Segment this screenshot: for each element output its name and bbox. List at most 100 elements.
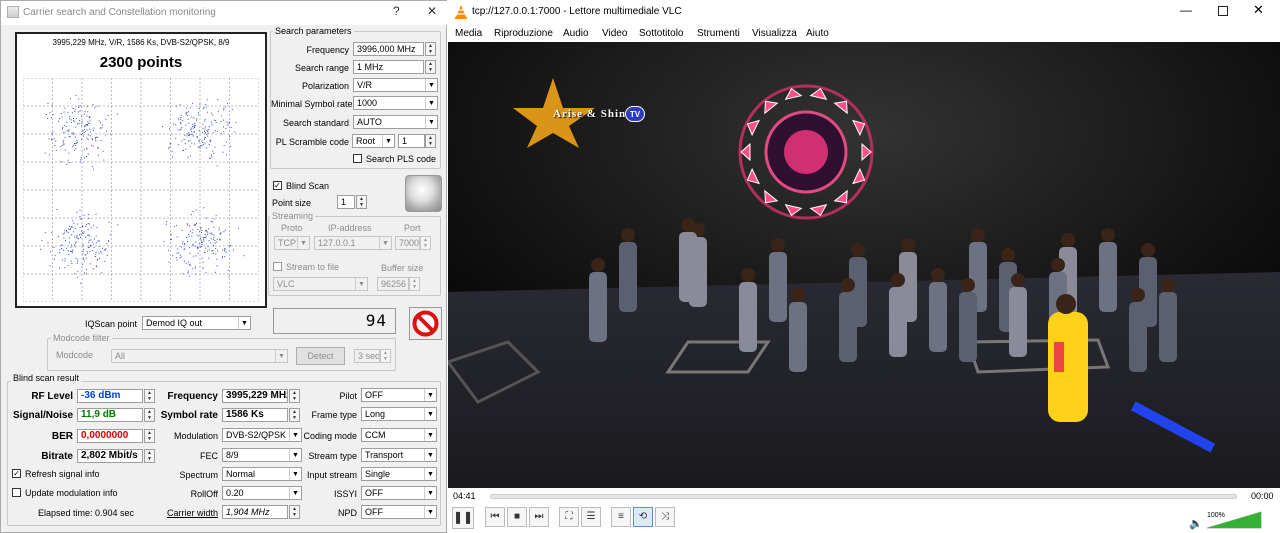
search-standard-select[interactable]: AUTO ▼ [353,115,438,129]
constellation-point [84,113,86,115]
modulation-select[interactable]: DVB-S2/QPSK ▼ [222,428,302,442]
rolloff-select[interactable]: 0.20 ▼ [222,486,302,500]
stream-type-select[interactable]: Transport ▼ [361,448,437,462]
menu-audio[interactable]: Audio [563,28,589,39]
input-stream-select[interactable]: Single ▼ [361,467,437,481]
volume-slider[interactable] [1207,511,1263,529]
speaker-icon[interactable]: 🔈 [1189,517,1203,530]
maximize-button[interactable] [1218,6,1228,16]
iqscan-select[interactable]: Demod IQ out ▼ [142,316,251,330]
stop-playback-button[interactable]: ■ [507,507,527,527]
video-output[interactable]: Arise & Shine TV [448,42,1280,488]
menu-riproduzione[interactable]: Riproduzione [494,28,553,39]
menu-aiuto[interactable]: Aiuto [806,28,829,39]
loop-button[interactable]: ⟲ [633,507,653,527]
vlc-close-button[interactable]: ✕ [1253,2,1264,18]
constellation-point [170,234,172,236]
symbol-rate-spinner[interactable]: ▲ ▼ [289,408,300,422]
stream-to-file-checkbox[interactable] [273,262,282,271]
constellation-point [82,133,84,134]
search-range-spinner[interactable]: ▲ ▼ [425,60,436,74]
constellation-point [62,259,64,261]
pilot-select[interactable]: OFF ▼ [361,388,437,402]
stream-type-value: Transport [365,450,404,460]
modcode-seconds-input[interactable]: 3 sec [354,349,380,363]
constellation-point [185,124,187,126]
constellation-point [210,154,212,156]
constellation-point [109,233,111,235]
vlc-select[interactable]: VLC ▼ [273,277,368,291]
constellation-point [194,266,196,268]
previous-button[interactable]: ⏮ [485,507,505,527]
fullscreen-button[interactable]: ⛶ [559,507,579,527]
constellation-point [235,122,237,124]
blind-scan-checkbox[interactable]: ✓ [273,181,282,190]
chevron-down-icon: ▼ [424,408,436,420]
point-size-input[interactable]: 1 [337,195,355,209]
constellation-point [204,128,206,130]
menu-video[interactable]: Video [602,28,627,39]
polarization-select[interactable]: V/R ▼ [353,78,438,92]
satellite-dish-icon[interactable] [405,175,442,212]
point-size-spinner[interactable]: ▲ ▼ [356,195,367,209]
update-modulation-checkbox[interactable] [12,488,21,497]
menu-sottotitolo[interactable]: Sottotitolo [639,28,683,39]
constellation-point [66,163,68,165]
constellation-point [212,150,214,152]
search-pls-checkbox[interactable] [353,154,362,163]
constellation-point [168,261,170,263]
shuffle-button[interactable]: ⤨ [655,507,675,527]
menu-visualizza[interactable]: Visualizza [752,28,797,39]
frequency-spinner[interactable]: ▲ ▼ [425,42,436,56]
buffer-size-input[interactable]: 96256 [377,277,409,291]
constellation-point [87,139,89,141]
buffer-size-spinner[interactable]: ▲ ▼ [409,277,420,291]
frame-type-select[interactable]: Long ▼ [361,407,437,421]
seek-bar[interactable] [490,494,1237,499]
frame-type-value: Long [365,409,386,419]
proto-select[interactable]: TCP ▼ [274,236,310,250]
minimize-button[interactable]: — [1180,3,1192,17]
menu-strumenti[interactable]: Strumenti [697,28,740,39]
modcode-select[interactable]: All ▼ [111,349,288,363]
pl-scramble-number[interactable]: 1 [398,134,425,148]
help-button[interactable]: ? [393,4,400,18]
spectrum-select[interactable]: Normal ▼ [222,467,302,481]
constellation-point [224,248,226,249]
playlist-button[interactable]: ≡ [611,507,631,527]
constellation-point [80,233,82,235]
refresh-signal-checkbox[interactable]: ✓ [12,469,21,478]
ip-address-select[interactable]: 127.0.0.1 ▼ [314,236,392,250]
result-frequency-spinner[interactable]: ▲ ▼ [289,389,300,403]
constellation-point [182,243,184,245]
frequency-input[interactable]: 3996,000 MHz [353,42,424,56]
detect-button[interactable]: Detect [296,347,345,365]
constellation-point [83,125,85,127]
issyi-select[interactable]: OFF ▼ [361,486,437,500]
search-range-input[interactable]: 1 MHz [353,60,424,74]
extended-settings-button[interactable]: ☰ [581,507,601,527]
constellation-point [98,154,99,156]
next-button[interactable]: ⏭ [529,507,549,527]
carrier-width-spinner[interactable]: ▲ ▼ [289,505,300,519]
port-input[interactable]: 7000 [395,236,420,250]
constellation-point [64,260,66,262]
min-symbol-rate-select[interactable]: 1000 ▼ [353,96,438,110]
pause-button[interactable]: ❚❚ [452,507,474,529]
constellation-point [208,129,210,130]
carrier-width-link[interactable]: Carrier width [151,508,218,518]
pl-scramble-spinner[interactable]: ▲ ▼ [425,134,436,148]
modcode-seconds-spinner[interactable]: ▲ ▼ [380,349,391,363]
port-spinner[interactable]: ▲ ▼ [420,236,431,250]
stop-button[interactable] [409,307,442,340]
pl-scramble-select[interactable]: Root ▼ [352,134,395,148]
close-button[interactable]: ✕ [427,4,437,18]
npd-select[interactable]: OFF ▼ [361,505,437,519]
menu-media[interactable]: Media [455,28,482,39]
constellation-point [199,147,201,149]
coding-mode-select[interactable]: CCM ▼ [361,428,437,442]
constellation-point [198,235,200,237]
constellation-point [194,126,195,128]
fec-select[interactable]: 8/9 ▼ [222,448,302,462]
constellation-point [94,107,96,109]
